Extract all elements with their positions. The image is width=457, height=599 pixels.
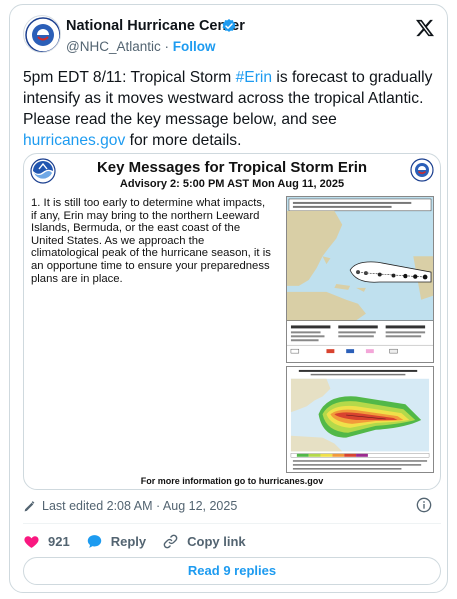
reply-bubble-icon: [87, 534, 101, 548]
tweet-text: 5pm EDT 8/11: Tropical Storm #Erin is fo…: [23, 67, 441, 151]
like-count: 921: [48, 533, 70, 549]
link-icon: [163, 534, 178, 548]
nws-logo-icon: [25, 17, 60, 52]
info-icon[interactable]: [416, 497, 432, 513]
forecast-cone-map: [286, 196, 434, 363]
handle-row: @NHC_Atlantic · Follow: [66, 39, 216, 54]
edited-timestamp[interactable]: Last edited 2:08 AM · Aug 12, 2025: [23, 499, 237, 513]
reply-button[interactable]: Reply: [86, 533, 146, 550]
wind-probability-map: [286, 366, 434, 473]
more-info-footer: For more information go to hurricanes.go…: [140, 476, 324, 486]
divider: [23, 523, 441, 524]
website-link[interactable]: hurricanes.gov: [23, 132, 125, 149]
separator-dot: ·: [164, 39, 170, 54]
reply-label: Reply: [110, 533, 147, 549]
action-bar: 921 Reply Copy link: [23, 530, 262, 552]
advisory-subtitle: Advisory 2: 5:00 PM AST Mon Aug 11, 2025: [119, 178, 345, 190]
read-replies-button[interactable]: Read 9 replies: [23, 557, 441, 585]
pencil-icon: [24, 500, 35, 511]
copy-link-label: Copy link: [187, 533, 246, 549]
key-message-text: 1. It is still too early to determine wh…: [31, 197, 271, 285]
tweet-text-part-3: for more details.: [125, 132, 242, 149]
avatar[interactable]: [23, 15, 61, 53]
hashtag-link[interactable]: #Erin: [236, 69, 272, 86]
account-name[interactable]: National Hurricane Center: [66, 18, 245, 34]
heart-icon: [24, 535, 39, 548]
x-logo-icon[interactable]: [415, 18, 435, 38]
media-image[interactable]: Key Messages for Tropical Storm Erin Adv…: [23, 153, 441, 490]
follow-button[interactable]: Follow: [173, 39, 216, 54]
tweet-card: National Hurricane Center @NHC_Atlantic …: [9, 4, 448, 593]
copy-link-button[interactable]: Copy link: [162, 533, 246, 550]
verified-badge-icon: [222, 19, 236, 32]
like-button[interactable]: 921: [23, 533, 70, 550]
key-messages-title: Key Messages for Tropical Storm Erin: [96, 159, 368, 176]
tweet-text-part-1: 5pm EDT 8/11: Tropical Storm: [23, 69, 236, 86]
edited-text: Last edited 2:08 AM · Aug 12, 2025: [42, 499, 238, 513]
nws-seal-icon: [410, 158, 434, 182]
account-handle[interactable]: @NHC_Atlantic: [66, 39, 161, 54]
